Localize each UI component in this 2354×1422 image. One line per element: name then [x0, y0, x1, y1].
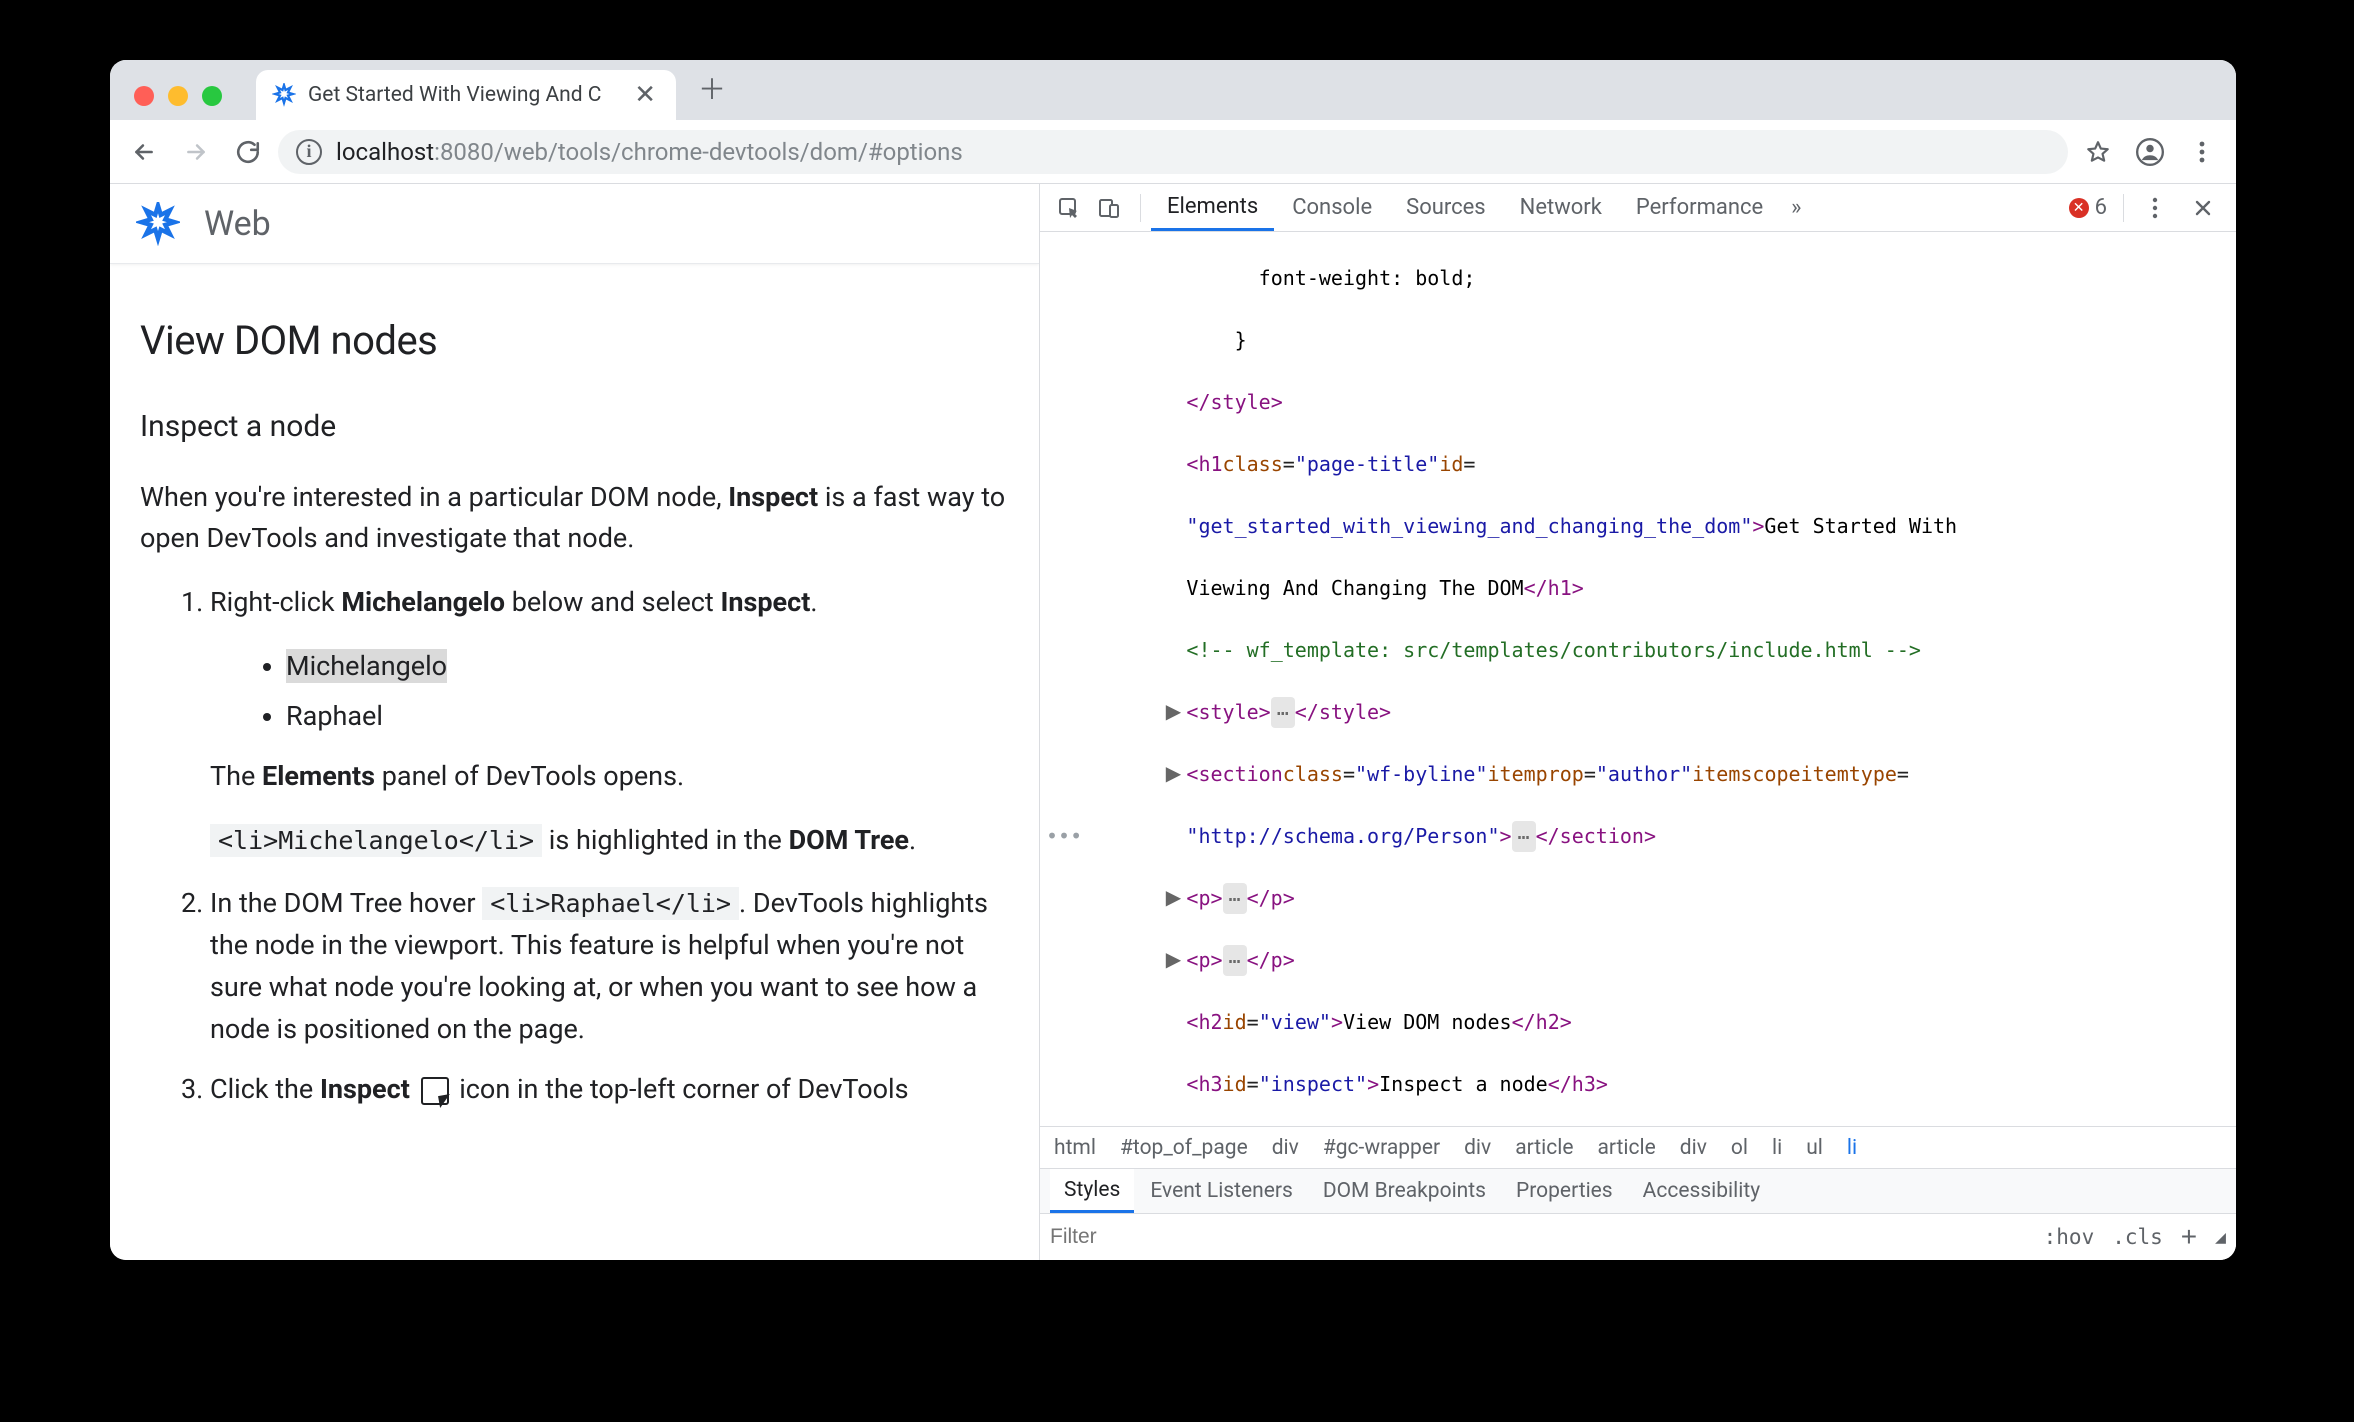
tab-styles[interactable]: Styles — [1050, 1169, 1134, 1213]
dom-breadcrumb[interactable]: html #top_of_page div #gc-wrapper div ar… — [1040, 1126, 2236, 1168]
devtools-kebab-icon[interactable] — [2138, 191, 2172, 225]
styles-tabbar: Styles Event Listeners DOM Breakpoints P… — [1040, 1168, 2236, 1214]
crumb[interactable]: #top_of_page — [1120, 1136, 1248, 1160]
tab-title: Get Started With Viewing And C — [308, 83, 618, 107]
tab-performance[interactable]: Performance — [1620, 185, 1779, 231]
gutter-ellipsis-icon: ••• — [1040, 821, 1082, 852]
steps-list: Right-click Michelangelo below and selec… — [140, 582, 1009, 1110]
favicon-icon — [272, 83, 296, 107]
hov-toggle[interactable]: :hov — [2044, 1225, 2095, 1249]
expand-styles-icon[interactable]: ◢ — [2215, 1227, 2226, 1248]
demo-li-raphael[interactable]: Raphael — [286, 696, 1009, 738]
tab-sources[interactable]: Sources — [1390, 185, 1502, 231]
tab-event-listeners[interactable]: Event Listeners — [1136, 1169, 1306, 1213]
page-header: Web — [110, 184, 1039, 264]
window-controls — [122, 86, 238, 120]
crumb[interactable]: ul — [1806, 1136, 1823, 1160]
page-heading-h2: View DOM nodes — [140, 310, 1009, 372]
error-badge[interactable]: ✕ 6 — [2069, 195, 2107, 220]
page-heading-h3: Inspect a node — [140, 404, 1009, 451]
page-body: View DOM nodes Inspect a node When you'r… — [110, 264, 1039, 1155]
reload-button[interactable] — [226, 130, 270, 174]
tab-console[interactable]: Console — [1276, 185, 1388, 231]
code-snippet: <li>Michelangelo</li> — [210, 824, 542, 857]
crumb[interactable]: html — [1054, 1136, 1096, 1160]
browser-window: Get Started With Viewing And C ✕ ＋ i loc… — [110, 60, 2236, 1260]
browser-tab[interactable]: Get Started With Viewing And C ✕ — [256, 70, 676, 120]
page-brand: Web — [204, 204, 271, 244]
crumb[interactable]: ol — [1731, 1136, 1748, 1160]
url-host: localhost:8080/web/tools/chrome-devtools… — [336, 138, 963, 166]
styles-filter-input[interactable] — [1050, 1225, 1310, 1249]
code-snippet: <li>Raphael</li> — [482, 887, 739, 920]
intro-paragraph: When you're interested in a particular D… — [140, 477, 1009, 561]
tab-elements[interactable]: Elements — [1151, 185, 1274, 231]
devtools-tabbar: Elements Console Sources Network Perform… — [1040, 184, 2236, 232]
tab-strip: Get Started With Viewing And C ✕ ＋ — [110, 60, 2236, 120]
styles-toolbar: :hov .cls + ◢ — [1040, 1214, 2236, 1260]
step-3: Click the Inspect icon in the top-left c… — [210, 1069, 1009, 1111]
demo-li-michelangelo[interactable]: Michelangelo — [286, 646, 1009, 688]
dom-tree[interactable]: font-weight: bold; } </style> <h1 class=… — [1040, 232, 2236, 1126]
site-info-icon[interactable]: i — [296, 139, 322, 165]
crumb[interactable]: article — [1597, 1136, 1655, 1160]
minimize-window-button[interactable] — [168, 86, 188, 106]
tab-network[interactable]: Network — [1504, 185, 1618, 231]
crumb[interactable]: div — [1680, 1136, 1707, 1160]
maximize-window-button[interactable] — [202, 86, 222, 106]
tabs-overflow[interactable]: » — [1781, 185, 1811, 231]
address-bar[interactable]: i localhost:8080/web/tools/chrome-devtoo… — [278, 130, 2068, 174]
device-toggle-icon[interactable] — [1092, 191, 1126, 225]
star-icon[interactable] — [2076, 130, 2120, 174]
tab-accessibility[interactable]: Accessibility — [1629, 1169, 1775, 1213]
error-icon: ✕ — [2069, 198, 2089, 218]
close-tab-icon[interactable]: ✕ — [630, 80, 660, 110]
webpage-pane: Web View DOM nodes Inspect a node When y… — [110, 184, 1040, 1260]
crumb[interactable]: article — [1515, 1136, 1573, 1160]
profile-icon[interactable] — [2128, 130, 2172, 174]
crumb[interactable]: li — [1772, 1136, 1782, 1160]
step-2: In the DOM Tree hover <li>Raphael</li>. … — [210, 883, 1009, 1050]
tab-properties[interactable]: Properties — [1502, 1169, 1627, 1213]
content-area: Web View DOM nodes Inspect a node When y… — [110, 184, 2236, 1260]
new-tab-button[interactable]: ＋ — [676, 68, 748, 120]
inspect-icon — [421, 1077, 449, 1105]
step-1: Right-click Michelangelo below and selec… — [210, 582, 1009, 861]
close-window-button[interactable] — [134, 86, 154, 106]
cls-toggle[interactable]: .cls — [2112, 1225, 2163, 1249]
inspect-element-icon[interactable] — [1052, 191, 1086, 225]
new-style-rule-button[interactable]: + — [2181, 1221, 2197, 1253]
back-button[interactable] — [122, 130, 166, 174]
crumb[interactable]: div — [1272, 1136, 1299, 1160]
close-devtools-icon[interactable] — [2186, 191, 2220, 225]
crumb-selected[interactable]: li — [1847, 1136, 1857, 1160]
kebab-menu-icon[interactable] — [2180, 130, 2224, 174]
site-logo-icon — [136, 202, 180, 246]
browser-toolbar: i localhost:8080/web/tools/chrome-devtoo… — [110, 120, 2236, 184]
tab-dom-breakpoints[interactable]: DOM Breakpoints — [1309, 1169, 1500, 1213]
error-count: 6 — [2095, 195, 2107, 220]
crumb[interactable]: div — [1464, 1136, 1491, 1160]
forward-button[interactable] — [174, 130, 218, 174]
devtools-pane: Elements Console Sources Network Perform… — [1040, 184, 2236, 1260]
crumb[interactable]: #gc-wrapper — [1323, 1136, 1440, 1160]
